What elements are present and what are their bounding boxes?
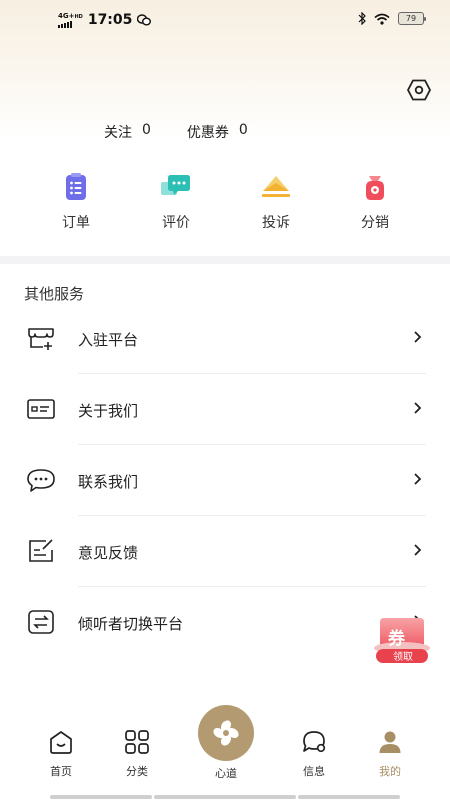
- complaint-icon: [262, 176, 290, 197]
- home-indicator-segment: [154, 795, 296, 799]
- coupon-char: 券: [388, 629, 405, 649]
- quick-order[interactable]: 订单: [36, 170, 116, 232]
- tab-home[interactable]: 首页: [31, 729, 91, 779]
- menu-item-contact-us[interactable]: 联系我们: [0, 445, 450, 516]
- quick-order-label: 订单: [62, 215, 90, 231]
- message-icon: [303, 731, 326, 753]
- stat-coupon-value: 0: [238, 122, 248, 138]
- review-icon: [161, 175, 190, 195]
- status-right: 79: [358, 12, 426, 25]
- switch-icon: [28, 610, 54, 634]
- stat-follow-label: 关注: [104, 125, 132, 141]
- hd-label: HD: [74, 13, 83, 20]
- chevron-right-icon: [414, 544, 422, 556]
- other-services-title: 其他服务: [24, 285, 85, 303]
- quick-actions: 订单 评价 投诉 分销: [0, 170, 450, 232]
- home-icon: [50, 731, 72, 754]
- coupon-claim-label: 领取: [393, 652, 413, 663]
- quick-complaint[interactable]: 投诉: [236, 170, 316, 232]
- order-icon: [66, 173, 86, 200]
- quick-distribution-label: 分销: [361, 215, 389, 231]
- status-time: 17:05: [87, 12, 133, 28]
- menu-item-label: 关于我们: [78, 402, 139, 420]
- tab-message-label: 信息: [303, 765, 325, 778]
- quick-distribution[interactable]: 分销: [335, 170, 415, 232]
- home-indicator-segment: [50, 795, 152, 799]
- tab-profile[interactable]: 我的: [360, 729, 420, 779]
- center-button: [198, 705, 254, 761]
- quick-review-label: 评价: [162, 215, 190, 231]
- network-type: 4G+: [58, 11, 75, 20]
- menu-item-about-us[interactable]: 关于我们: [0, 374, 450, 445]
- menu-item-label: 意见反馈: [78, 544, 139, 562]
- distribution-icon: [366, 176, 384, 200]
- menu-item-label: 入驻平台: [78, 331, 139, 349]
- battery-level: 79: [405, 14, 417, 23]
- stat-coupon[interactable]: 优惠券 0: [187, 122, 248, 142]
- services-menu: 入驻平台 关于我们 联系我们 意见反馈 倾听者切换平台: [0, 303, 450, 658]
- chevron-right-icon: [414, 331, 422, 343]
- bluetooth-icon: [358, 12, 366, 25]
- profile-icon: [379, 731, 401, 753]
- section-divider: [0, 256, 450, 264]
- menu-item-label: 倾听者切换平台: [78, 615, 184, 633]
- tab-category[interactable]: 分类: [107, 729, 167, 779]
- quick-review[interactable]: 评价: [136, 170, 216, 232]
- id-card-icon: [27, 399, 55, 419]
- tab-home-label: 首页: [50, 765, 72, 778]
- chevron-right-icon: [414, 402, 422, 414]
- tab-center[interactable]: 心道: [196, 705, 256, 781]
- center-logo-icon: [213, 720, 239, 746]
- menu-item-join-platform[interactable]: 入驻平台: [0, 303, 450, 374]
- signal-icon: [58, 20, 83, 28]
- status-bar: 4G+HD 17:05 79: [0, 0, 450, 40]
- chevron-right-icon: [414, 473, 422, 485]
- menu-item-feedback[interactable]: 意见反馈: [0, 516, 450, 587]
- settings-gear-icon[interactable]: [407, 79, 431, 101]
- store-icon: [28, 328, 54, 350]
- category-icon: [125, 730, 149, 754]
- wifi-icon: [374, 13, 390, 25]
- tab-profile-label: 我的: [379, 765, 401, 778]
- stat-follow[interactable]: 关注 0: [104, 122, 151, 142]
- stat-coupon-label: 优惠券: [186, 125, 229, 141]
- tab-message[interactable]: 信息: [284, 729, 344, 779]
- bottom-tabbar: 首页 分类 心道 信息 我的: [0, 705, 450, 800]
- status-left: 4G+HD 17:05: [58, 11, 152, 28]
- network-indicator: 4G+HD: [58, 11, 83, 28]
- tab-center-label: 心道: [215, 767, 237, 780]
- feedback-icon: [29, 539, 53, 562]
- menu-item-label: 联系我们: [78, 473, 139, 491]
- battery-icon: 79: [398, 12, 426, 25]
- quick-complaint-label: 投诉: [262, 215, 290, 231]
- home-indicator-segment: [298, 795, 400, 799]
- chat-icon: [27, 469, 55, 492]
- tab-category-label: 分类: [126, 765, 148, 778]
- wechat-icon: [137, 14, 152, 26]
- stat-follow-value: 0: [142, 122, 151, 138]
- user-stats: 关注 0 优惠券 0: [104, 122, 248, 142]
